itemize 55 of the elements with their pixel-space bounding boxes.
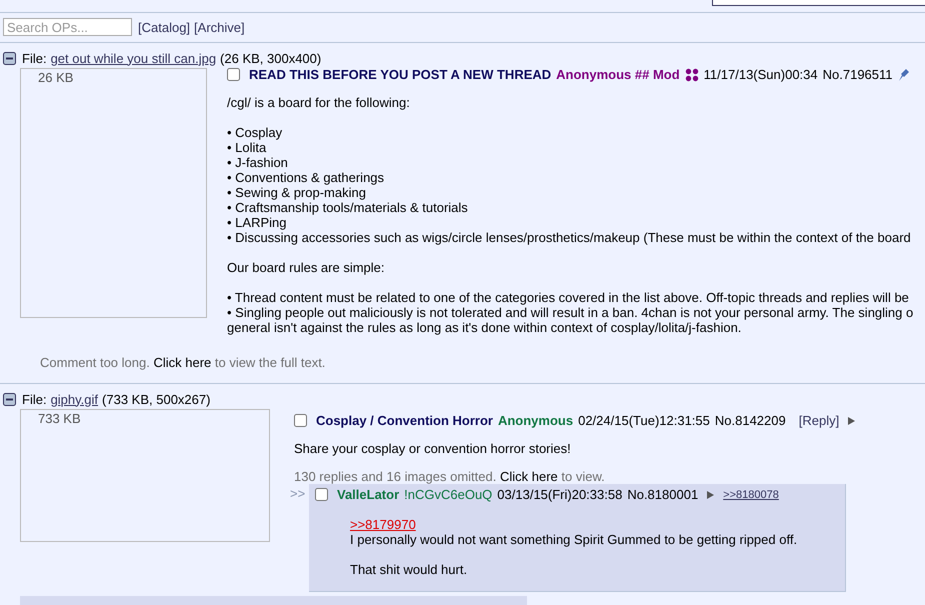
file-info: (26 KB, 300x400)	[220, 50, 322, 66]
message-line: • Conventions & gatherings	[227, 170, 386, 185]
image-placeholder[interactable]: 733 KB	[20, 409, 270, 542]
message-line: • Sewing & prop-making	[227, 185, 367, 200]
message-line: Our board rules are simple:	[227, 260, 386, 275]
post-date: 02/24/15(Tue)12:31:55	[578, 413, 710, 428]
nav-link[interactable]: [Archive]	[194, 20, 245, 34]
message-line: • J-fashion	[227, 155, 289, 170]
message-line: general isn't against the rules as long as it's done within context of cosplay/lolita/j-fashion.	[227, 320, 742, 335]
message-line: Share your cosplay or convention horror stories!	[294, 441, 572, 456]
reply-link[interactable]: [Reply]	[798, 413, 840, 428]
message-line: • Cosplay	[227, 125, 284, 140]
post-subject: Cosplay / Convention Horror	[316, 413, 493, 428]
post-number[interactable]: No.8180001	[627, 487, 698, 502]
mod-icon	[684, 68, 699, 82]
message-line: • Discussing accessories such as wigs/circle lenses/prosthetics/makeup (These must be within the context of the board	[227, 230, 912, 245]
file-label: File:	[22, 50, 47, 66]
image-alt-text: 733 KB	[37, 411, 81, 426]
poster-name: Anonymous ## Mod	[556, 67, 680, 82]
post-subject: READ THIS BEFORE YOU POST A NEW THREAD	[249, 67, 552, 82]
image-placeholder[interactable]: 26 KB	[20, 68, 207, 318]
menu-arrow-icon[interactable]	[707, 490, 714, 498]
message-line: • Craftsmanship tools/materials & tutorials	[227, 200, 469, 215]
hide-thread-icon[interactable]	[3, 392, 16, 406]
nav-link[interactable]: [Catalog]	[138, 20, 190, 34]
omitted-note: 130 replies and 16 images omitted. Click here to view.	[294, 469, 606, 484]
message-line: • LARPing	[227, 215, 288, 230]
image-alt-text: 26 KB	[37, 70, 74, 85]
file-link[interactable]: giphy.gif	[50, 392, 98, 406]
file-info: (733 KB, 500x267)	[102, 392, 210, 406]
post-date: 11/17/13(Sun)00:34	[704, 67, 818, 82]
backlink[interactable]: >>8180078	[723, 488, 779, 500]
message-line: • Lolita	[227, 140, 268, 155]
file-label: File:	[22, 392, 47, 406]
post-number[interactable]: No.8142209	[714, 413, 786, 428]
post-checkbox[interactable]	[227, 68, 240, 81]
search-field[interactable]: Search OPs...	[3, 18, 132, 36]
message-line: • Singling people out maliciously is not tolerated and will result in a ban. 4chan is not your personal army. The singling o	[227, 305, 914, 320]
post-date: 03/13/15(Fri)20:33:58	[497, 487, 622, 502]
reply-marker: >>	[290, 485, 306, 501]
tripcode: !nCGvC6eOuQ	[404, 487, 492, 502]
message-line: That shit would hurt.	[350, 562, 468, 577]
message-line: /cgl/ is a board for the following:	[227, 95, 411, 110]
poster-name: Anonymous	[498, 413, 574, 428]
poster-name: ValleLator	[337, 487, 400, 502]
message-line: I personally would not want something Spirit Gummed to be getting ripped off.	[350, 532, 798, 547]
comment-too-long-note: Comment too long. Click here to view the full text.	[39, 355, 326, 370]
file-link[interactable]: get out while you still can.jpg	[50, 50, 216, 66]
message-line: • Thread content must be related to one of the categories covered in the list above. Off-topic threads and replies will be	[227, 290, 910, 305]
post-checkbox[interactable]	[294, 414, 307, 427]
post-checkbox[interactable]	[315, 488, 328, 501]
quote-link[interactable]: >>8179970	[350, 517, 416, 532]
menu-arrow-icon[interactable]	[848, 416, 856, 424]
post-number[interactable]: No.7196511	[822, 67, 893, 82]
hide-thread-icon[interactable]	[3, 52, 16, 64]
